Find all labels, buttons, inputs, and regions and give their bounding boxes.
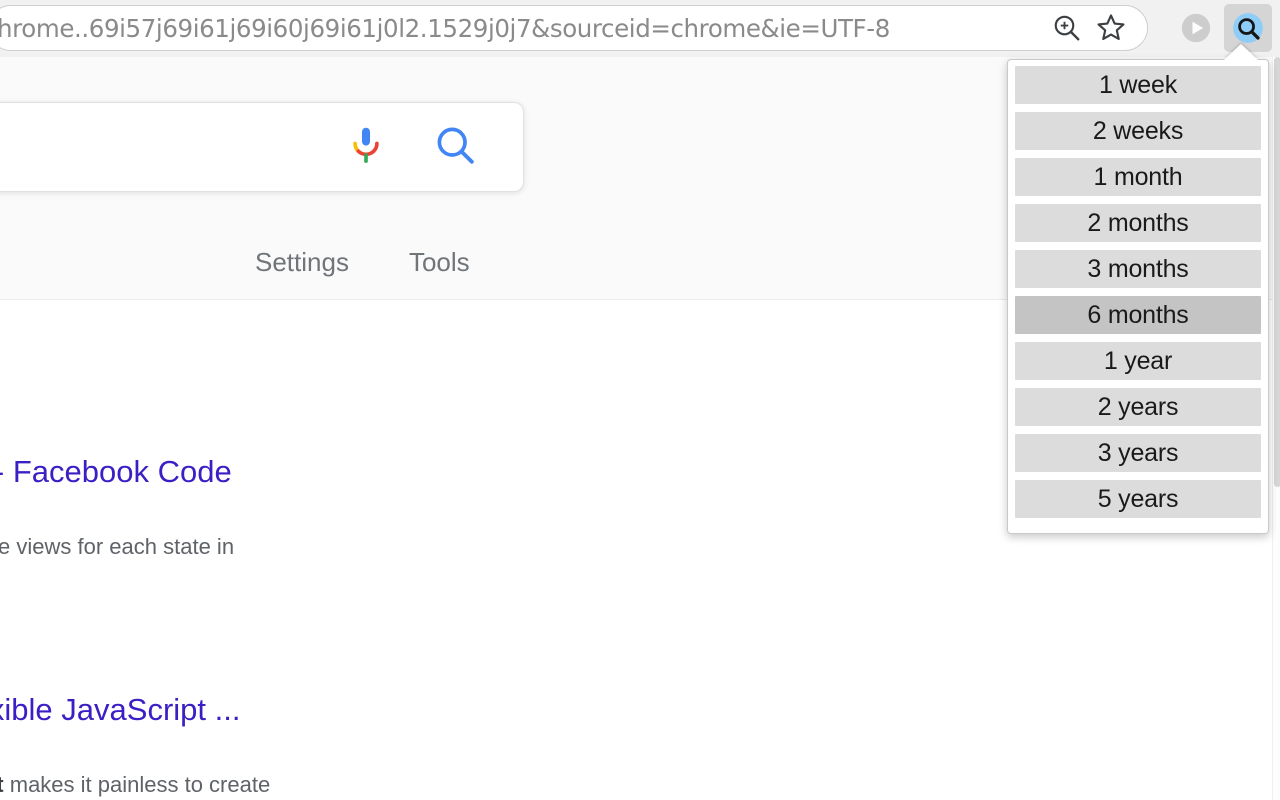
popup-item-6-months[interactable]: 6 months: [1015, 296, 1261, 334]
popup-item-1-week[interactable]: 1 week: [1015, 66, 1261, 104]
result-snippet-text-suffix: makes it painless to create: [4, 772, 271, 797]
popup-item-1-year[interactable]: 1 year: [1015, 342, 1261, 380]
browser-window: hrome..69i57j69i61j69i60j69i61j0l2.1529j…: [0, 0, 1280, 800]
magnifier-icon[interactable]: [431, 121, 479, 174]
popup-item-3-months[interactable]: 3 months: [1015, 250, 1261, 288]
time-range-popup: 1 week 2 weeks 1 month 2 months 3 months…: [1007, 59, 1269, 534]
result-snippet: ative: React makes it painless to create: [0, 772, 270, 798]
zoom-in-icon[interactable]: [1049, 10, 1085, 46]
search-result-item: t, and flexible JavaScript ...: [0, 693, 240, 727]
search-tools-row: Settings Tools: [0, 247, 700, 278]
popup-arrow-icon: [1224, 44, 1258, 60]
search-result-item: terfaces - Facebook Code: [0, 455, 232, 489]
popup-item-2-years[interactable]: 2 years: [1015, 388, 1261, 426]
popup-item-2-weeks[interactable]: 2 weeks: [1015, 112, 1261, 150]
result-snippet: esign simple views for each state in: [0, 534, 234, 560]
address-bar-url-text[interactable]: hrome..69i57j69i61j69i60j69i61j0l2.1529j…: [0, 14, 1049, 43]
microphone-icon[interactable]: [343, 122, 389, 173]
search-input-box[interactable]: [0, 102, 524, 192]
popup-item-5-years[interactable]: 5 years: [1015, 480, 1261, 518]
media-play-icon[interactable]: [1174, 6, 1218, 50]
address-bar-icons: [1049, 10, 1147, 46]
search-box-icons: [343, 121, 523, 174]
browser-toolbar: hrome..69i57j69i61j69i60j69i61j0l2.1529j…: [0, 0, 1280, 57]
result-title-link[interactable]: terfaces - Facebook Code: [0, 454, 232, 489]
page-scrollbar-thumb[interactable]: [1274, 57, 1280, 487]
page-scrollbar[interactable]: [1272, 57, 1280, 800]
result-title-link[interactable]: t, and flexible JavaScript ...: [0, 692, 240, 727]
result-snippet-text: esign simple views for each state in: [0, 534, 234, 559]
popup-item-3-years[interactable]: 3 years: [1015, 434, 1261, 472]
settings-link[interactable]: Settings: [255, 247, 349, 278]
star-icon[interactable]: [1093, 10, 1129, 46]
tools-link[interactable]: Tools: [409, 247, 470, 278]
address-bar[interactable]: hrome..69i57j69i61j69i60j69i61j0l2.1529j…: [0, 5, 1148, 51]
popup-item-1-month[interactable]: 1 month: [1015, 158, 1261, 196]
popup-item-2-months[interactable]: 2 months: [1015, 204, 1261, 242]
